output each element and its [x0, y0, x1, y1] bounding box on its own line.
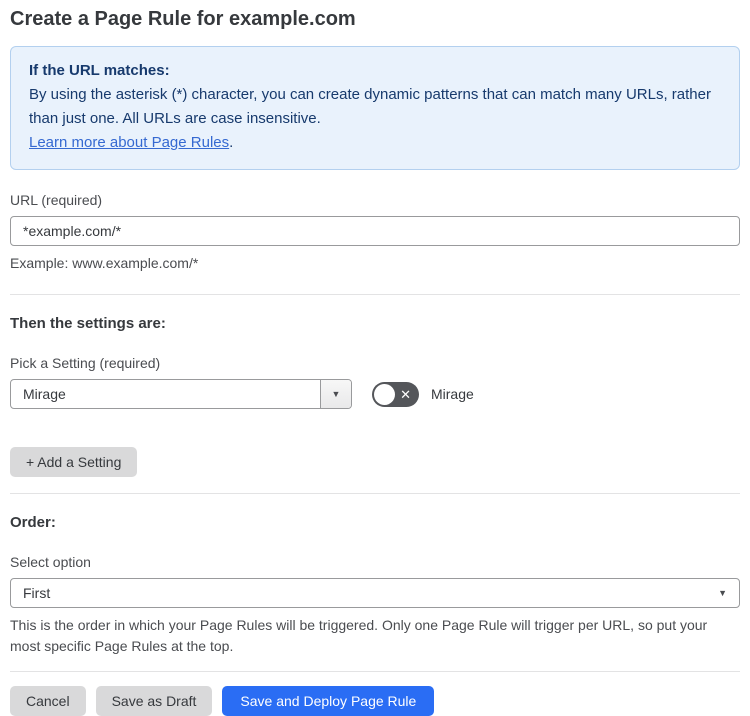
footer-actions: Cancel Save as Draft Save and Deploy Pag…: [10, 686, 740, 716]
toggle-off-x-icon: ✕: [400, 386, 411, 402]
order-select[interactable]: First ▼: [10, 578, 740, 608]
save-as-draft-button[interactable]: Save as Draft: [95, 686, 213, 716]
chevron-down-icon: ▼: [718, 588, 727, 598]
info-box-heading: If the URL matches:: [29, 62, 170, 79]
page-title: Create a Page Rule for example.com: [10, 8, 356, 30]
save-and-deploy-button[interactable]: Save and Deploy Page Rule: [222, 686, 435, 716]
link-suffix: .: [229, 134, 234, 151]
order-section-heading: Order:: [10, 514, 56, 531]
setting-select-value: Mirage: [23, 386, 66, 402]
chevron-down-icon: ▼: [331, 389, 341, 399]
divider: [10, 671, 740, 672]
settings-section-heading: Then the settings are:: [10, 315, 166, 332]
order-select-value: First: [23, 585, 51, 601]
url-input[interactable]: [10, 216, 740, 246]
url-field-label: URL (required): [10, 192, 103, 208]
learn-more-link[interactable]: Learn more about Page Rules: [29, 134, 229, 151]
info-box-body: By using the asterisk (*) character, you…: [29, 83, 721, 131]
mirage-toggle[interactable]: ✕: [372, 381, 419, 407]
toggle-knob: [374, 383, 395, 405]
setting-row: Mirage ▼ ✕ Mirage: [10, 379, 740, 409]
setting-select[interactable]: Mirage ▼: [10, 379, 352, 409]
order-helper-text: This is the order in which your Page Rul…: [10, 617, 708, 654]
toggle-label: Mirage: [431, 386, 474, 402]
add-setting-button[interactable]: + Add a Setting: [10, 447, 138, 477]
divider: [10, 294, 740, 295]
setting-select-arrow-button[interactable]: ▼: [320, 380, 351, 408]
divider: [10, 493, 740, 494]
url-match-info-box: If the URL matches: By using the asteris…: [10, 46, 740, 170]
create-page-rule-form: Create a Page Rule for example.com If th…: [0, 0, 750, 716]
cancel-button[interactable]: Cancel: [10, 686, 86, 716]
url-example-helper: Example: www.example.com/*: [10, 255, 199, 271]
info-box-link-line: Learn more about Page Rules.: [29, 131, 721, 155]
order-select-label: Select option: [10, 554, 91, 570]
info-box-body-text: By using the asterisk (*) character, you…: [29, 86, 711, 127]
pick-setting-label: Pick a Setting (required): [10, 355, 161, 371]
